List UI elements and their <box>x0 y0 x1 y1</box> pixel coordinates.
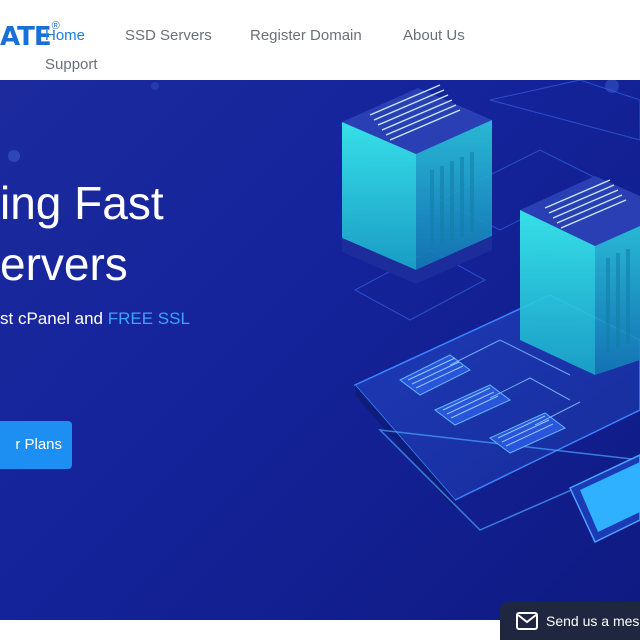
mobile-device <box>569 454 640 544</box>
server-block-right <box>520 176 640 375</box>
nav-home[interactable]: Home <box>45 27 85 45</box>
free-ssl-highlight: FREE SSL <box>107 309 190 328</box>
hero-title-line2: ervers <box>0 238 128 290</box>
chat-label: Send us a mes <box>546 613 640 629</box>
hero-section: ing Fast ervers st cPanel and FREE SSL r… <box>0 80 640 620</box>
server-illustration <box>342 80 640 544</box>
nav-about-us[interactable]: About Us <box>403 27 465 45</box>
nav-register-domain[interactable]: Register Domain <box>250 27 362 45</box>
hero-title-line1: ing Fast <box>0 177 164 229</box>
hero-decor <box>8 82 159 162</box>
view-plans-button[interactable]: r Plans <box>0 421 72 469</box>
server-block-left <box>342 84 492 284</box>
logo-text: ATE <box>0 22 52 52</box>
hero-subtitle: st cPanel and FREE SSL <box>0 309 190 329</box>
nav-support[interactable]: Support <box>45 56 98 74</box>
site-header: ATE ® Home SSD Servers Register Domain A… <box>0 0 640 80</box>
chat-widget[interactable]: Send us a mes <box>500 602 640 640</box>
nav-ssd-servers[interactable]: SSD Servers <box>125 27 212 45</box>
hero-subtitle-text: st cPanel and <box>0 309 108 328</box>
envelope-icon <box>516 612 538 630</box>
